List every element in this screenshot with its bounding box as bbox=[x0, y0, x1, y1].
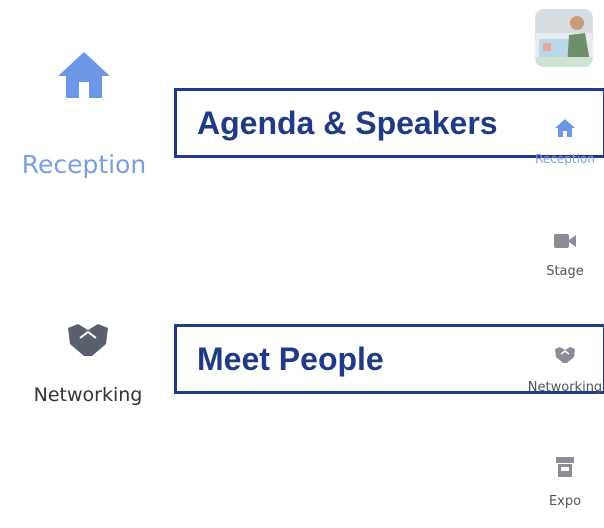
agenda-speakers-label: Agenda & Speakers bbox=[197, 104, 498, 141]
avatar[interactable] bbox=[535, 9, 593, 67]
nav-label-networking: Networking bbox=[33, 384, 143, 406]
avatar-photo bbox=[535, 9, 593, 67]
nav-label-reception: Reception bbox=[21, 150, 147, 179]
handshake-icon bbox=[68, 324, 108, 356]
sidebar-item-expo[interactable]: Expo bbox=[520, 456, 604, 509]
sidebar-item-label: Stage bbox=[546, 264, 584, 279]
handshake-icon bbox=[555, 347, 575, 363]
video-camera-icon bbox=[554, 234, 576, 248]
home-icon bbox=[555, 119, 575, 137]
sidebar-item-label: Networking bbox=[527, 380, 603, 395]
nav-item-reception[interactable]: Reception bbox=[0, 50, 168, 179]
sidebar-item-reception[interactable]: Reception bbox=[520, 118, 604, 166]
storefront-icon bbox=[556, 457, 574, 477]
sidebar-item-label: Expo bbox=[548, 494, 582, 509]
home-icon bbox=[58, 52, 110, 98]
sidebar-item-stage[interactable]: Stage bbox=[520, 232, 604, 279]
meet-people-label: Meet People bbox=[197, 340, 384, 377]
sidebar-item-label: Reception bbox=[535, 152, 595, 166]
nav-item-networking[interactable]: Networking bbox=[0, 322, 176, 406]
sidebar-item-networking[interactable]: Networking bbox=[520, 346, 604, 395]
